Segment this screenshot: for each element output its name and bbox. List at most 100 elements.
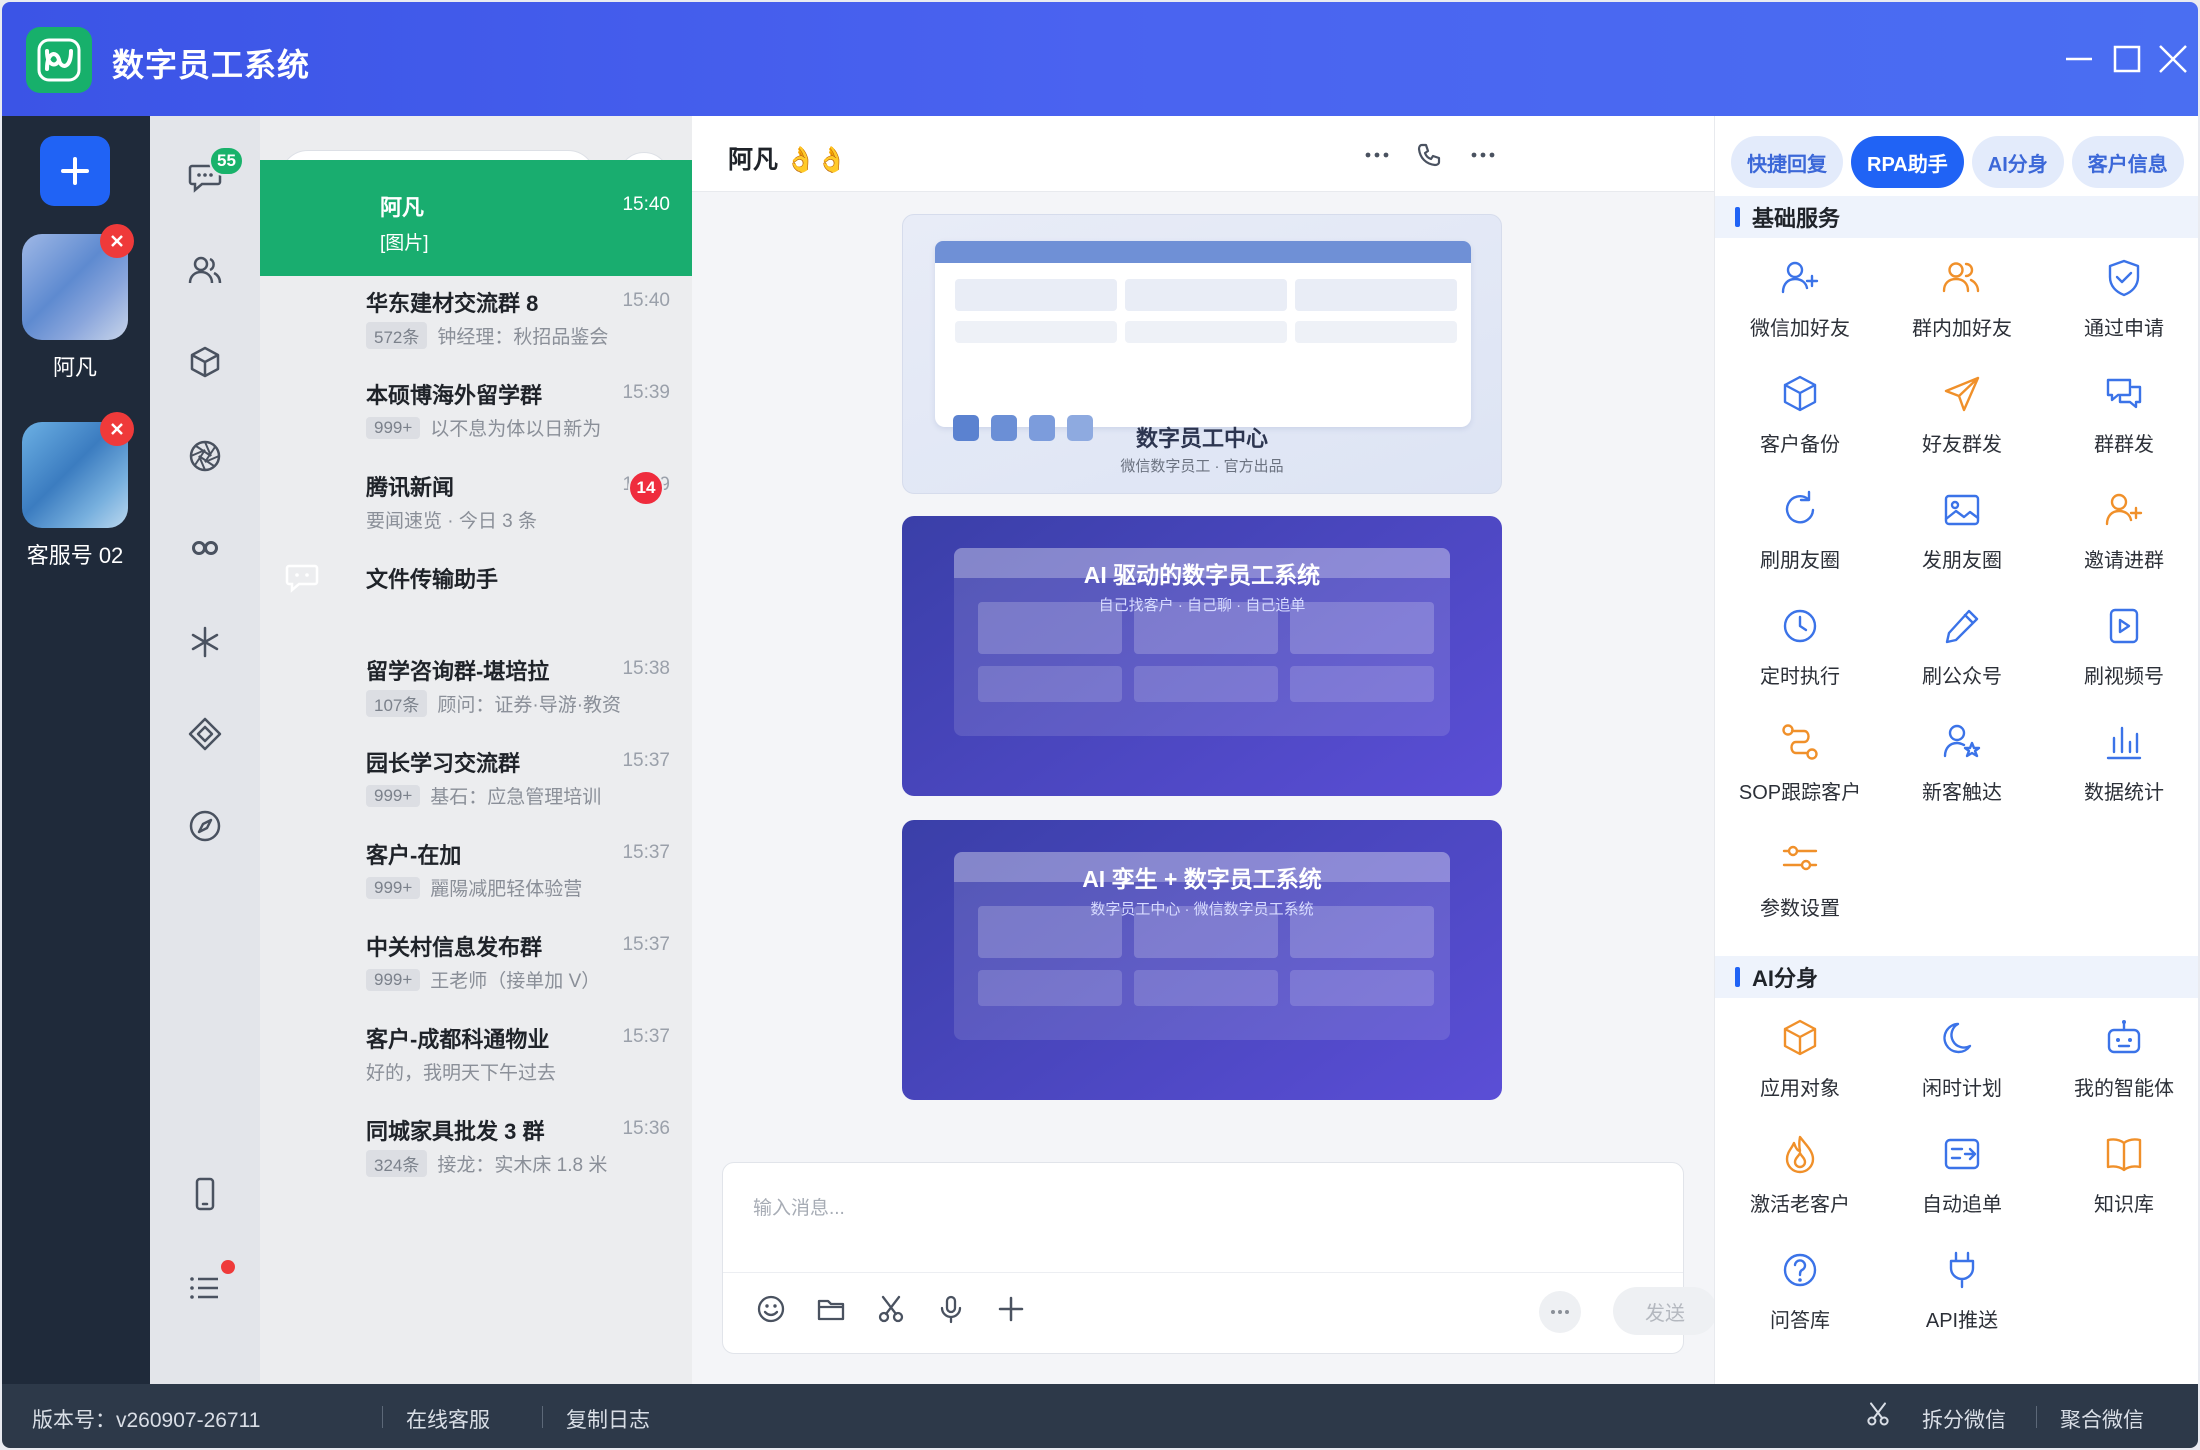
- tool-item[interactable]: 群群发: [2043, 364, 2198, 480]
- online-service-link[interactable]: 在线客服: [406, 1404, 490, 1434]
- tool-item[interactable]: SOP跟踪客户: [1719, 712, 1881, 828]
- tool-label: 好友群发: [1922, 434, 2002, 456]
- remove-account-icon[interactable]: [100, 412, 134, 446]
- chat-item[interactable]: 中关村信息发布群 15:37 999+ 王老师（接单加 V）: [260, 912, 692, 1004]
- avatar: [284, 466, 348, 530]
- phone-call-icon[interactable]: [1412, 138, 1446, 172]
- tool-item[interactable]: 刷朋友圈: [1719, 480, 1881, 596]
- section-title: 基础服务: [1752, 206, 1841, 231]
- nav-phone[interactable]: [183, 1172, 227, 1216]
- nav-asterisk[interactable]: [183, 620, 227, 664]
- chat-preview: [图片]: [380, 228, 429, 255]
- tab-1[interactable]: RPA助手: [1851, 136, 1964, 188]
- minimize-button[interactable]: [2058, 38, 2100, 80]
- copy-log-link[interactable]: 复制日志: [566, 1404, 650, 1434]
- tool-item[interactable]: 通过申请: [2043, 248, 2198, 364]
- account-rail: 阿凡 客服号 02: [2, 116, 150, 1384]
- message-image[interactable]: AI 孪生 + 数字员工系统 数字员工中心 · 微信数字员工系统: [902, 820, 1502, 1100]
- tool-item[interactable]: 参数设置: [1719, 828, 1881, 944]
- microphone-icon[interactable]: [931, 1289, 971, 1329]
- app-title: 数字员工系统: [112, 47, 311, 83]
- tool-item[interactable]: 问答库: [1719, 1240, 1881, 1356]
- send-button[interactable]: 发送: [1613, 1287, 1717, 1335]
- chat-item[interactable]: 文件传输助手: [260, 544, 692, 636]
- nav-menu[interactable]: [183, 1260, 235, 1310]
- account-name: 阿凡: [52, 355, 97, 380]
- tool-label: 通过申请: [2084, 318, 2164, 340]
- chat-item[interactable]: 留学咨询群-堪培拉 15:38 107条 顾问：证券·导游·教资: [260, 636, 692, 728]
- folder-icon[interactable]: [811, 1289, 851, 1329]
- nav-compass[interactable]: [183, 804, 227, 848]
- tool-item[interactable]: 数据统计: [2043, 712, 2198, 828]
- route-icon: [1778, 720, 1822, 764]
- chat-item[interactable]: 客户-成都科通物业 15:37 好的，我明天下午过去: [260, 1004, 692, 1096]
- nav-cube[interactable]: [183, 340, 227, 384]
- scissors-icon[interactable]: [871, 1289, 911, 1329]
- flame-icon: [1778, 1132, 1822, 1176]
- split-wechat-button[interactable]: 拆分微信: [1922, 1404, 2006, 1434]
- merge-wechat-button[interactable]: 聚合微信: [2060, 1404, 2144, 1434]
- tool-item[interactable]: 群内加好友: [1881, 248, 2043, 364]
- version-label: 版本号：v260907-26711: [32, 1409, 261, 1432]
- chat-item[interactable]: 客户-在加 15:37 999+ 麗陽减肥轻体验营: [260, 820, 692, 912]
- tab-2[interactable]: AI分身: [1971, 136, 2064, 188]
- nav-messages[interactable]: 55: [183, 146, 244, 198]
- tool-item[interactable]: 发朋友圈: [1881, 480, 2043, 596]
- plus-icon[interactable]: [991, 1289, 1031, 1329]
- chat-item[interactable]: 同城家具批发 3 群 15:36 324条 接龙：实木床 1.8 米: [260, 1096, 692, 1188]
- tool-item[interactable]: 客户备份: [1719, 364, 1881, 480]
- tool-item[interactable]: 微信加好友: [1719, 248, 1881, 364]
- nav-aperture[interactable]: [183, 434, 227, 478]
- tool-label: 应用对象: [1760, 1078, 1840, 1100]
- more-options-icon[interactable]: [1466, 138, 1500, 172]
- pencil-icon: [1940, 604, 1984, 648]
- tool-item[interactable]: 应用对象: [1719, 1008, 1881, 1124]
- chat-preview-text: 王老师（接单加 V）: [430, 971, 601, 992]
- tool-item[interactable]: 我的智能体: [2043, 1008, 2198, 1124]
- nav-diamond[interactable]: [183, 712, 227, 756]
- tool-item[interactable]: 知识库: [2043, 1124, 2198, 1240]
- message-image[interactable]: AI 驱动的数字员工系统 自己找客户 · 自己聊 · 自己追单: [902, 516, 1502, 796]
- unread-badge: 55: [209, 146, 244, 176]
- chat-item[interactable]: 本硕博海外留学群 15:39 999+ 以不息为体以日新为: [260, 360, 692, 452]
- emoji-icon[interactable]: [751, 1289, 791, 1329]
- tab-0[interactable]: 快捷回复: [1731, 136, 1843, 188]
- nav-infinity[interactable]: [183, 526, 227, 570]
- chat-item[interactable]: 华东建材交流群 8 15:40 572条 钟经理：秋招品鉴会: [260, 268, 692, 360]
- tool-item[interactable]: 好友群发: [1881, 364, 2043, 480]
- chat-preview-text: 麗陽减肥轻体验营: [430, 879, 583, 900]
- tool-item[interactable]: 闲时计划: [1881, 1008, 2043, 1124]
- chat-item[interactable]: 腾讯新闻15:39要闻速览 · 今日 3 条14: [260, 452, 692, 544]
- add-account-button[interactable]: [40, 136, 110, 206]
- cube-icon: [190, 346, 220, 378]
- chat-item[interactable]: 阿凡 15:40 [图片]: [260, 160, 692, 276]
- chat-preview: 324条 接龙：实木床 1.8 米: [366, 1150, 607, 1177]
- more-horizontal-icon[interactable]: [1539, 1291, 1581, 1333]
- chat-header: 阿凡 👌👌: [692, 116, 1714, 192]
- nav-contacts[interactable]: [183, 248, 227, 292]
- tool-item[interactable]: 激活老客户: [1719, 1124, 1881, 1240]
- message-count: 999+: [366, 876, 421, 899]
- avatar: [284, 374, 348, 438]
- tool-item[interactable]: API推送: [1881, 1240, 2043, 1356]
- maximize-button[interactable]: [2106, 38, 2148, 80]
- title-bar: 数字员工系统: [2, 2, 2198, 116]
- tab-3[interactable]: 客户信息: [2071, 136, 2184, 188]
- more-horizontal-icon[interactable]: [1360, 138, 1394, 172]
- chat-preview: 999+ 基石：应急管理培训: [366, 782, 601, 809]
- remove-account-icon[interactable]: [100, 224, 134, 258]
- tool-item[interactable]: 邀请进群: [2043, 480, 2198, 596]
- tool-item[interactable]: 定时执行: [1719, 596, 1881, 712]
- chat-item[interactable]: 园长学习交流群 15:37 999+ 基石：应急管理培训: [260, 728, 692, 820]
- message-input[interactable]: [723, 1163, 1683, 1273]
- chat-preview: 好的，我明天下午过去: [366, 1058, 556, 1085]
- tool-item[interactable]: 新客触达: [1881, 712, 2043, 828]
- close-window-button[interactable]: [2152, 38, 2194, 80]
- tool-item[interactable]: 自动追单: [1881, 1124, 2043, 1240]
- account-afan[interactable]: 阿凡: [22, 224, 134, 382]
- tool-label: 发朋友圈: [1922, 550, 2002, 572]
- message-image[interactable]: 数字员工中心 微信数字员工 · 官方出品: [902, 214, 1502, 494]
- tool-item[interactable]: 刷公众号: [1881, 596, 2043, 712]
- tool-item[interactable]: 刷视频号: [2043, 596, 2198, 712]
- account-service-02[interactable]: 客服号 02: [22, 412, 134, 570]
